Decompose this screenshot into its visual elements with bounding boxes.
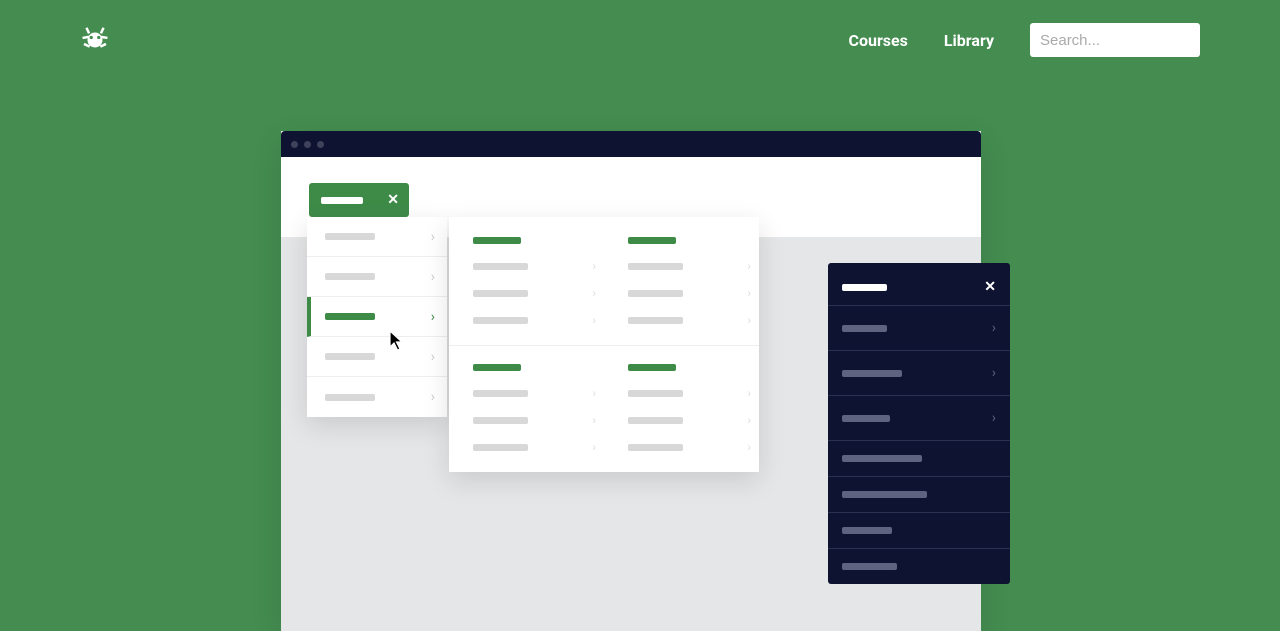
site-header: Courses Library bbox=[0, 0, 1280, 80]
mega-item[interactable]: › bbox=[473, 259, 596, 273]
chevron-right-icon: › bbox=[431, 349, 435, 365]
mega-heading bbox=[628, 237, 676, 244]
chevron-right-icon: › bbox=[431, 229, 435, 245]
placeholder-bar bbox=[842, 415, 890, 422]
mega-heading bbox=[628, 364, 676, 371]
chevron-right-icon: › bbox=[992, 365, 996, 381]
placeholder-bar bbox=[842, 284, 887, 291]
placeholder-bar bbox=[473, 444, 528, 451]
placeholder-bar bbox=[325, 394, 375, 401]
chevron-right-icon: › bbox=[431, 389, 435, 405]
placeholder-bar bbox=[628, 317, 683, 324]
dropdown-item-active[interactable]: › bbox=[307, 297, 447, 337]
placeholder-bar bbox=[628, 417, 683, 424]
placeholder-bar bbox=[473, 290, 528, 297]
mega-column: › › › bbox=[449, 364, 604, 454]
chevron-right-icon: › bbox=[592, 313, 596, 327]
mega-column: › › › bbox=[604, 364, 759, 454]
mega-item[interactable]: › bbox=[473, 286, 596, 300]
chevron-right-icon: › bbox=[431, 309, 435, 325]
placeholder-bar bbox=[321, 197, 363, 204]
mega-item[interactable]: › bbox=[628, 413, 751, 427]
placeholder-bar bbox=[842, 491, 927, 498]
mega-item[interactable]: › bbox=[473, 413, 596, 427]
chevron-right-icon: › bbox=[592, 440, 596, 454]
dark-menu-item[interactable] bbox=[828, 512, 1010, 548]
dark-menu-item[interactable] bbox=[828, 440, 1010, 476]
divider bbox=[449, 345, 759, 346]
mega-column: › › › bbox=[604, 237, 759, 327]
placeholder-bar bbox=[628, 263, 683, 270]
placeholder-bar bbox=[628, 390, 683, 397]
dropdown-item[interactable]: › bbox=[307, 377, 447, 417]
mega-item[interactable]: › bbox=[628, 259, 751, 273]
close-icon[interactable]: ✕ bbox=[984, 279, 996, 295]
chevron-right-icon: › bbox=[747, 259, 751, 273]
mega-heading bbox=[473, 237, 521, 244]
dropdown-menu: › › › › › bbox=[307, 217, 447, 417]
placeholder-bar bbox=[842, 455, 922, 462]
dark-menu-item[interactable]: › bbox=[828, 350, 1010, 395]
menu-trigger-button[interactable]: ✕ bbox=[309, 183, 409, 217]
placeholder-bar bbox=[628, 290, 683, 297]
traffic-light-icon bbox=[304, 141, 311, 148]
chevron-right-icon: › bbox=[431, 269, 435, 285]
placeholder-bar bbox=[325, 233, 375, 240]
placeholder-bar bbox=[842, 563, 897, 570]
placeholder-bar bbox=[842, 370, 902, 377]
chevron-right-icon: › bbox=[747, 313, 751, 327]
dark-menu-item[interactable] bbox=[828, 476, 1010, 512]
nav: Courses Library bbox=[848, 23, 1200, 57]
dropdown-item[interactable]: › bbox=[307, 217, 447, 257]
mega-item[interactable]: › bbox=[473, 313, 596, 327]
search-input[interactable] bbox=[1030, 23, 1200, 57]
placeholder-bar bbox=[325, 273, 375, 280]
nav-courses[interactable]: Courses bbox=[848, 31, 907, 50]
bug-logo-icon bbox=[80, 25, 110, 55]
close-icon: ✕ bbox=[387, 192, 399, 208]
chevron-right-icon: › bbox=[592, 413, 596, 427]
mega-item[interactable]: › bbox=[628, 440, 751, 454]
placeholder-bar bbox=[473, 317, 528, 324]
mega-heading bbox=[473, 364, 521, 371]
chevron-right-icon: › bbox=[747, 440, 751, 454]
dark-menu-item[interactable]: › bbox=[828, 305, 1010, 350]
placeholder-bar bbox=[842, 325, 887, 332]
placeholder-bar bbox=[842, 527, 892, 534]
chevron-right-icon: › bbox=[747, 386, 751, 400]
mega-item[interactable]: › bbox=[628, 286, 751, 300]
placeholder-bar bbox=[473, 263, 528, 270]
placeholder-bar bbox=[473, 390, 528, 397]
placeholder-bar bbox=[325, 313, 375, 320]
dropdown-item[interactable]: › bbox=[307, 257, 447, 297]
chevron-right-icon: › bbox=[592, 286, 596, 300]
dark-menu-item[interactable] bbox=[828, 548, 1010, 584]
chevron-right-icon: › bbox=[747, 286, 751, 300]
mega-menu-panel: › › › › › › › › › › › › bbox=[449, 217, 759, 472]
placeholder-bar bbox=[473, 417, 528, 424]
traffic-light-icon bbox=[291, 141, 298, 148]
placeholder-bar bbox=[628, 444, 683, 451]
mega-item[interactable]: › bbox=[473, 440, 596, 454]
chevron-right-icon: › bbox=[592, 386, 596, 400]
dark-menu-header: ✕ bbox=[828, 279, 1010, 305]
nav-library[interactable]: Library bbox=[944, 31, 994, 50]
chevron-right-icon: › bbox=[992, 320, 996, 336]
dark-mobile-menu: ✕ › › › bbox=[828, 263, 1010, 584]
chevron-right-icon: › bbox=[747, 413, 751, 427]
chevron-right-icon: › bbox=[992, 410, 996, 426]
mock-titlebar bbox=[281, 131, 981, 157]
placeholder-bar bbox=[325, 353, 375, 360]
chevron-right-icon: › bbox=[592, 259, 596, 273]
mega-item[interactable]: › bbox=[628, 386, 751, 400]
mega-item[interactable]: › bbox=[628, 313, 751, 327]
traffic-light-icon bbox=[317, 141, 324, 148]
dropdown-item[interactable]: › bbox=[307, 337, 447, 377]
mega-item[interactable]: › bbox=[473, 386, 596, 400]
mega-column: › › › bbox=[449, 237, 604, 327]
dark-menu-item[interactable]: › bbox=[828, 395, 1010, 440]
